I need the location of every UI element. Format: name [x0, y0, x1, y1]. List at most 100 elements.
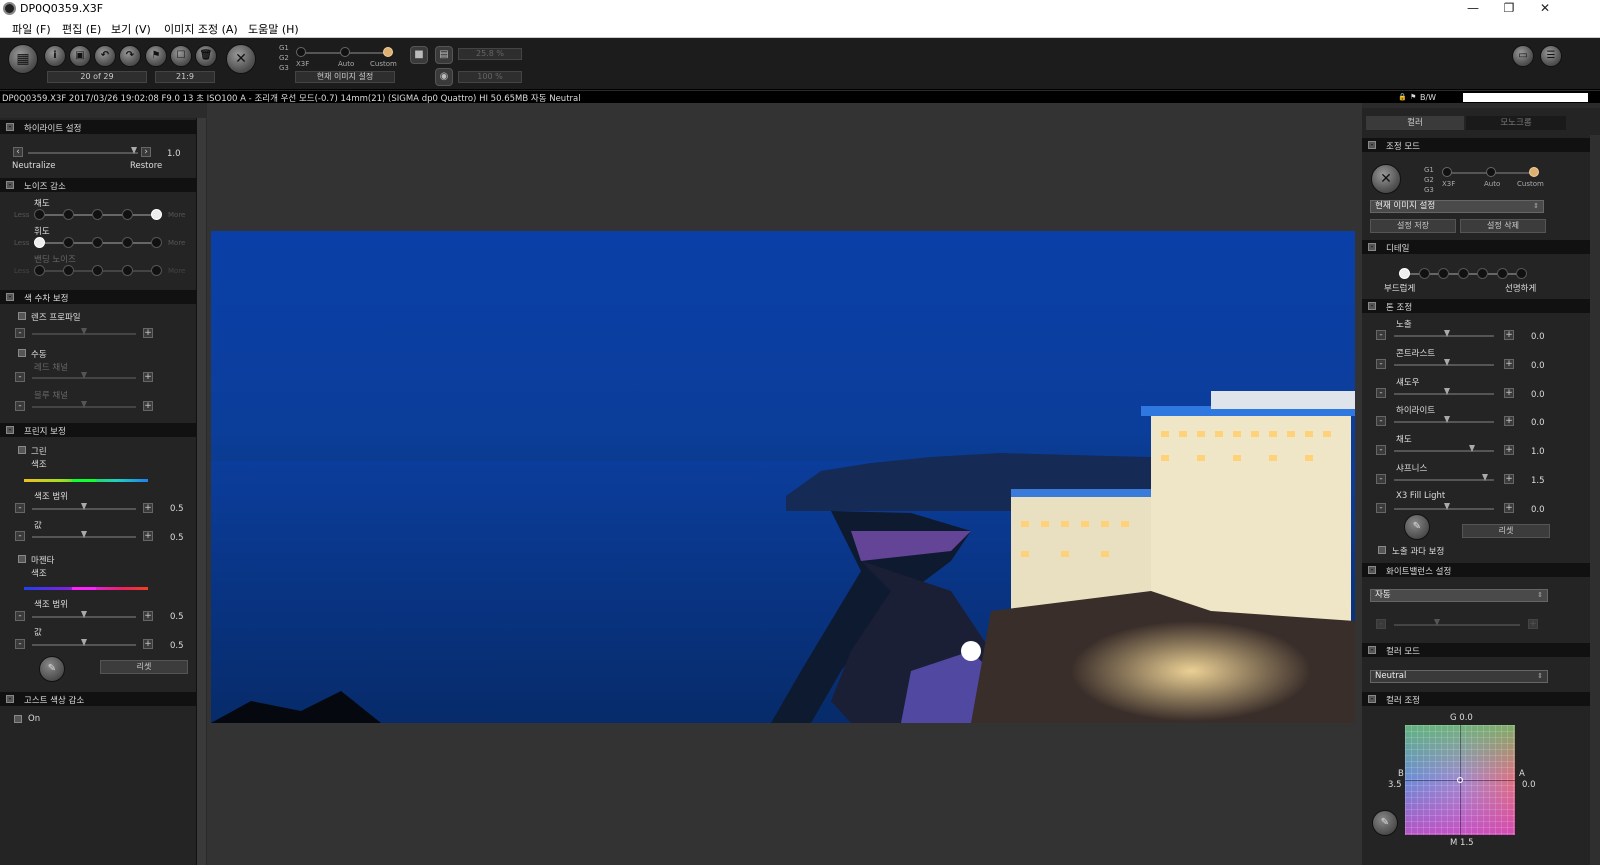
eyedropper-icon[interactable]: ✎	[39, 656, 65, 682]
minimize-button[interactable]: —	[1458, 0, 1488, 18]
green-range-thumb[interactable]	[81, 503, 87, 510]
collapse-icon[interactable]: -	[1368, 302, 1376, 310]
restore-button[interactable]: ❐	[1494, 0, 1524, 18]
highlight-decrease-button[interactable]: ‹	[13, 147, 23, 157]
luma-step-2[interactable]	[63, 237, 74, 248]
menu-edit[interactable]: 편집 (E)	[62, 21, 101, 37]
eyedropper-icon[interactable]: ✎	[1372, 810, 1398, 836]
adjust-mode-icon[interactable]: ✕	[226, 44, 256, 74]
color-mode-select[interactable]: Neutral ⇕	[1370, 670, 1548, 683]
green-amount-thumb[interactable]	[81, 531, 87, 538]
luma-step-5[interactable]	[151, 237, 162, 248]
right-scrollbar[interactable]	[1590, 135, 1600, 865]
tone-slider-thumb[interactable]	[1444, 502, 1450, 510]
color-adjust-section-header[interactable]: - 컬러 조정	[1362, 692, 1590, 706]
luma-step-3[interactable]	[92, 237, 103, 248]
collapse-icon[interactable]: -	[1368, 695, 1376, 703]
tone-increase-button[interactable]: +	[1504, 387, 1514, 398]
mode-knob-x3f[interactable]	[296, 47, 306, 57]
tone-slider-thumb[interactable]	[1444, 358, 1450, 366]
chroma-step-2[interactable]	[63, 209, 74, 220]
chroma-step-5[interactable]	[151, 209, 162, 220]
detail-section-header[interactable]: - 디테일	[1362, 240, 1590, 254]
adjust-mode-section-header[interactable]: - 조정 모드	[1362, 138, 1590, 152]
red-decrease-button[interactable]: -	[15, 372, 25, 382]
noise-section-header[interactable]: - 노이즈 감소	[0, 178, 196, 192]
detail-step-2[interactable]	[1419, 268, 1430, 279]
wb-increase-button[interactable]: +	[1528, 619, 1538, 629]
chroma-step-4[interactable]	[122, 209, 133, 220]
wb-slider[interactable]	[1394, 624, 1520, 626]
white-balance-section-header[interactable]: - 화이트밸런스 설정	[1362, 563, 1590, 577]
ghost-on-checkbox[interactable]	[14, 715, 22, 723]
tone-increase-button[interactable]: +	[1504, 416, 1514, 427]
tone-increase-button[interactable]: +	[1504, 445, 1514, 456]
rotate-left-icon[interactable]: ↶	[94, 45, 116, 67]
loupe-icon[interactable]: ◉	[435, 68, 453, 86]
luma-step-1[interactable]	[34, 237, 45, 248]
aberration-section-header[interactable]: - 색 수차 보정	[0, 290, 196, 304]
highlight-section-header[interactable]: - 하이라이트 설정	[0, 120, 196, 134]
banding-step-3[interactable]	[92, 265, 103, 276]
magenta-amount-decrease[interactable]: -	[15, 639, 25, 649]
zoom-100-field[interactable]: 100 %	[458, 71, 522, 83]
adjust-mode-icon[interactable]: ✕	[1371, 164, 1401, 194]
green-range-decrease[interactable]: -	[15, 503, 25, 513]
preview-icon[interactable]: ▭	[1512, 45, 1534, 67]
highlight-slider-thumb[interactable]	[131, 147, 137, 154]
tone-decrease-button[interactable]: -	[1376, 358, 1386, 369]
tone-decrease-button[interactable]: -	[1376, 416, 1386, 427]
collapse-icon[interactable]: -	[1368, 243, 1376, 251]
tone-decrease-button[interactable]: -	[1376, 330, 1386, 340]
collapse-icon[interactable]: -	[1368, 646, 1376, 654]
green-amount-decrease[interactable]: -	[15, 531, 25, 541]
tone-slider-thumb[interactable]	[1482, 474, 1488, 481]
tone-increase-button[interactable]: +	[1504, 474, 1514, 484]
aspect-ratio-select[interactable]: 21:9	[155, 71, 215, 83]
collapse-icon[interactable]: -	[1368, 566, 1376, 574]
chroma-step-1[interactable]	[34, 209, 45, 220]
menu-help[interactable]: 도움말 (H)	[248, 21, 299, 37]
tone-decrease-button[interactable]: -	[1376, 445, 1386, 456]
save-preset-button[interactable]: 설정 저장	[1370, 219, 1456, 233]
mode-knob-x3f[interactable]	[1442, 167, 1452, 177]
red-increase-button[interactable]: +	[143, 372, 153, 382]
mode-knob-custom[interactable]	[1529, 167, 1539, 177]
blue-slider-thumb[interactable]	[81, 401, 87, 408]
banding-step-1[interactable]	[34, 265, 45, 276]
highlight-slider[interactable]	[28, 152, 138, 154]
magenta-amount-increase[interactable]: +	[143, 639, 153, 649]
tone-decrease-button[interactable]: -	[1376, 502, 1386, 513]
magenta-amount-thumb[interactable]	[81, 639, 87, 646]
close-button[interactable]: ✕	[1530, 0, 1560, 18]
lens-decrease-button[interactable]: -	[15, 328, 25, 338]
color-mode-section-header[interactable]: - 컬러 모드	[1362, 643, 1590, 657]
tone-slider-thumb[interactable]	[1469, 445, 1475, 453]
overexposure-checkbox[interactable]	[1378, 546, 1386, 554]
fringe-section-header[interactable]: - 프린지 보정	[0, 423, 196, 437]
lens-profile-checkbox[interactable]	[18, 312, 26, 320]
compare-icon[interactable]: ■	[410, 46, 428, 64]
tab-monochrome[interactable]: 모노크롬	[1466, 116, 1566, 130]
menu-view[interactable]: 보기 (V)	[111, 21, 151, 37]
tone-slider-thumb[interactable]	[1444, 387, 1450, 395]
banding-step-4[interactable]	[122, 265, 133, 276]
zoom-fit-field[interactable]: 25.8 %	[458, 48, 522, 60]
bw-field[interactable]	[1463, 93, 1588, 102]
tone-decrease-button[interactable]: -	[1376, 474, 1386, 484]
fringe-reset-button[interactable]: 리셋	[100, 660, 188, 674]
green-range-increase[interactable]: +	[143, 503, 153, 513]
highlight-increase-button[interactable]: ›	[141, 147, 151, 157]
wb-decrease-button[interactable]: -	[1376, 619, 1386, 629]
image-viewer[interactable]	[207, 103, 1362, 865]
chroma-step-3[interactable]	[92, 209, 103, 220]
banding-step-2[interactable]	[63, 265, 74, 276]
lock-icon[interactable]: ☐	[170, 45, 192, 67]
eyedropper-icon[interactable]: ✎	[1404, 514, 1430, 540]
red-slider-thumb[interactable]	[81, 372, 87, 379]
tone-slider-thumb[interactable]	[1444, 330, 1450, 337]
detail-step-3[interactable]	[1438, 268, 1449, 279]
banding-step-5[interactable]	[151, 265, 162, 276]
delete-preset-button[interactable]: 설정 삭제	[1460, 219, 1546, 233]
green-amount-increase[interactable]: +	[143, 531, 153, 541]
